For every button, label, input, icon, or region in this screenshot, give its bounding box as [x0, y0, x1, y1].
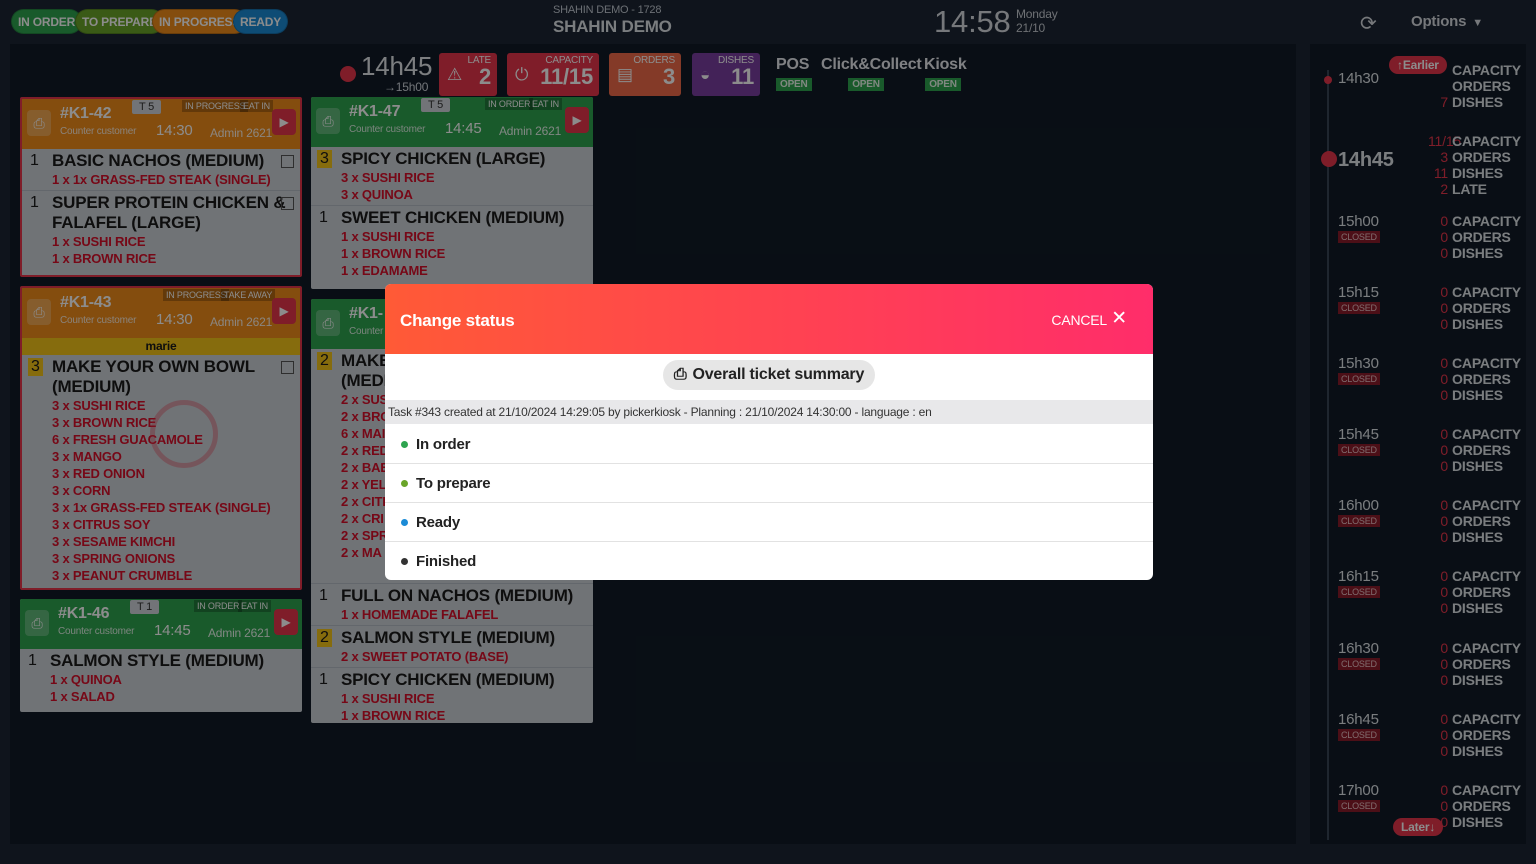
- status-dot-icon: [401, 441, 408, 448]
- status-dot-icon: [401, 480, 408, 487]
- status-option-label: To prepare: [416, 474, 491, 492]
- task-info: Task #343 created at 21/10/2024 14:29:05…: [385, 400, 1153, 424]
- summary-label: Overall ticket summary: [692, 366, 865, 383]
- status-option-label: Ready: [416, 513, 461, 531]
- printer-icon: ⎙: [673, 366, 687, 383]
- status-option-label: In order: [416, 435, 471, 453]
- status-dot-icon: [401, 519, 408, 526]
- status-option-to-prepare[interactable]: To prepare: [385, 464, 1153, 503]
- change-status-modal: Change status CANCEL ✕ ⎙ Overall ticket s…: [385, 284, 1153, 580]
- overall-ticket-summary-button[interactable]: ⎙ Overall ticket summary: [663, 360, 875, 390]
- status-option-in-order[interactable]: In order: [385, 425, 1153, 464]
- status-option-label: Finished: [416, 553, 477, 570]
- modal-title: Change status: [400, 311, 515, 330]
- status-option-ready[interactable]: Ready: [385, 503, 1153, 542]
- cancel-button[interactable]: CANCEL: [1051, 312, 1107, 328]
- modal-header: Change status CANCEL ✕: [385, 284, 1153, 354]
- status-option-finished[interactable]: Finished: [385, 542, 1153, 580]
- status-dot-icon: [401, 558, 408, 565]
- close-icon[interactable]: ✕: [1111, 307, 1127, 330]
